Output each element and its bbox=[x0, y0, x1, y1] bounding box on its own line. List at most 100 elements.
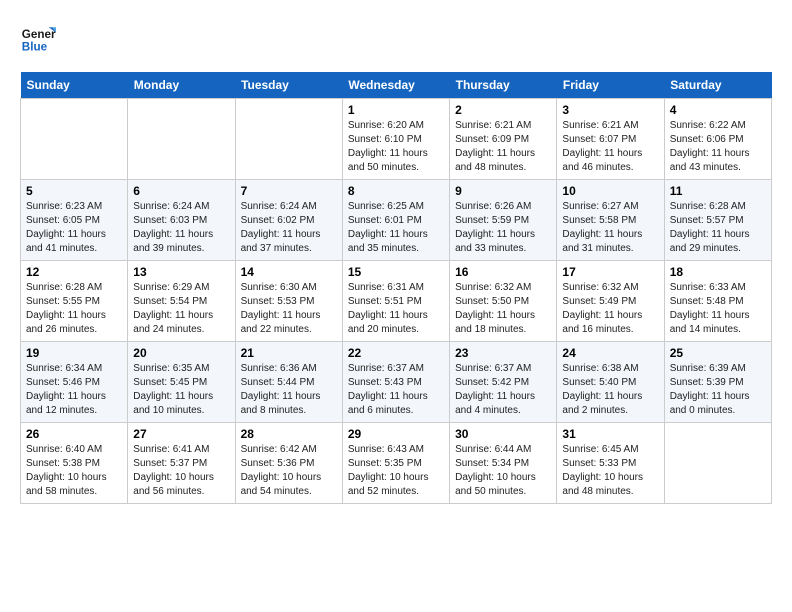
calendar-header-row: SundayMondayTuesdayWednesdayThursdayFrid… bbox=[21, 72, 772, 99]
calendar-cell: 30Sunrise: 6:44 AM Sunset: 5:34 PM Dayli… bbox=[450, 423, 557, 504]
calendar-cell: 9 Sunrise: 6:26 AM Sunset: 5:59 PM Daylig… bbox=[450, 180, 557, 261]
column-header-tuesday: Tuesday bbox=[235, 72, 342, 99]
day-number: 31 bbox=[562, 427, 658, 441]
day-info: Sunrise: 6:27 AM Sunset: 5:58 PM Dayligh… bbox=[562, 200, 658, 256]
day-info: Sunrise: 6:40 AM Sunset: 5:38 PM Dayligh… bbox=[26, 443, 122, 499]
calendar-cell: 13 Sunrise: 6:29 AM Sunset: 5:54 PM Dayli… bbox=[128, 261, 235, 342]
day-info: Sunrise: 6:39 AM Sunset: 5:39 PM Dayligh… bbox=[670, 362, 766, 418]
calendar-cell: 23 Sunrise: 6:37 AM Sunset: 5:42 PM Dayli… bbox=[450, 342, 557, 423]
day-number: 11 bbox=[670, 184, 766, 198]
calendar-cell bbox=[664, 423, 771, 504]
calendar-cell: 31 Sunrise: 6:45 AM Sunset: 5:33 PM Dayli… bbox=[557, 423, 664, 504]
day-number: 29 bbox=[348, 427, 444, 441]
day-number: 24 bbox=[562, 346, 658, 360]
day-number: 16 bbox=[455, 265, 551, 279]
svg-text:Blue: Blue bbox=[22, 41, 48, 54]
day-info: Sunrise: 6:31 AM Sunset: 5:51 PM Dayligh… bbox=[348, 281, 444, 337]
day-info: Sunrise: 6:38 AM Sunset: 5:40 PM Dayligh… bbox=[562, 362, 658, 418]
calendar-cell: 12 Sunrise: 6:28 AM Sunset: 5:55 PM Dayli… bbox=[21, 261, 128, 342]
calendar-cell bbox=[21, 99, 128, 180]
calendar-cell: 18 Sunrise: 6:33 AM Sunset: 5:48 PM Dayli… bbox=[664, 261, 771, 342]
day-info: Sunrise: 6:22 AM Sunset: 6:06 PM Dayligh… bbox=[670, 119, 766, 175]
column-header-sunday: Sunday bbox=[21, 72, 128, 99]
calendar-week-row: 1 Sunrise: 6:20 AM Sunset: 6:10 PM Daylig… bbox=[21, 99, 772, 180]
day-info: Sunrise: 6:28 AM Sunset: 5:55 PM Dayligh… bbox=[26, 281, 122, 337]
day-info: Sunrise: 6:29 AM Sunset: 5:54 PM Dayligh… bbox=[133, 281, 229, 337]
day-number: 2 bbox=[455, 103, 551, 117]
calendar-cell: 10 Sunrise: 6:27 AM Sunset: 5:58 PM Dayli… bbox=[557, 180, 664, 261]
day-number: 18 bbox=[670, 265, 766, 279]
calendar-week-row: 19 Sunrise: 6:34 AM Sunset: 5:46 PM Dayli… bbox=[21, 342, 772, 423]
day-info: Sunrise: 6:28 AM Sunset: 5:57 PM Dayligh… bbox=[670, 200, 766, 256]
day-info: Sunrise: 6:43 AM Sunset: 5:35 PM Dayligh… bbox=[348, 443, 444, 499]
day-number: 5 bbox=[26, 184, 122, 198]
day-number: 19 bbox=[26, 346, 122, 360]
calendar-cell: 1 Sunrise: 6:20 AM Sunset: 6:10 PM Daylig… bbox=[342, 99, 449, 180]
day-info: Sunrise: 6:41 AM Sunset: 5:37 PM Dayligh… bbox=[133, 443, 229, 499]
calendar-week-row: 26 Sunrise: 6:40 AM Sunset: 5:38 PM Dayli… bbox=[21, 423, 772, 504]
day-info: Sunrise: 6:37 AM Sunset: 5:43 PM Dayligh… bbox=[348, 362, 444, 418]
day-number: 10 bbox=[562, 184, 658, 198]
day-number: 14 bbox=[241, 265, 337, 279]
calendar-cell: 8Sunrise: 6:25 AM Sunset: 6:01 PM Daylig… bbox=[342, 180, 449, 261]
day-number: 13 bbox=[133, 265, 229, 279]
day-info: Sunrise: 6:35 AM Sunset: 5:45 PM Dayligh… bbox=[133, 362, 229, 418]
day-number: 1 bbox=[348, 103, 444, 117]
day-info: Sunrise: 6:37 AM Sunset: 5:42 PM Dayligh… bbox=[455, 362, 551, 418]
day-number: 20 bbox=[133, 346, 229, 360]
day-number: 26 bbox=[26, 427, 122, 441]
calendar-cell: 7Sunrise: 6:24 AM Sunset: 6:02 PM Daylig… bbox=[235, 180, 342, 261]
calendar-cell: 21 Sunrise: 6:36 AM Sunset: 5:44 PM Dayli… bbox=[235, 342, 342, 423]
day-info: Sunrise: 6:45 AM Sunset: 5:33 PM Dayligh… bbox=[562, 443, 658, 499]
day-number: 12 bbox=[26, 265, 122, 279]
day-info: Sunrise: 6:42 AM Sunset: 5:36 PM Dayligh… bbox=[241, 443, 337, 499]
day-number: 22 bbox=[348, 346, 444, 360]
day-number: 9 bbox=[455, 184, 551, 198]
day-info: Sunrise: 6:26 AM Sunset: 5:59 PM Dayligh… bbox=[455, 200, 551, 256]
calendar-week-row: 12 Sunrise: 6:28 AM Sunset: 5:55 PM Dayli… bbox=[21, 261, 772, 342]
day-number: 3 bbox=[562, 103, 658, 117]
day-number: 27 bbox=[133, 427, 229, 441]
calendar-table: SundayMondayTuesdayWednesdayThursdayFrid… bbox=[20, 72, 772, 504]
day-info: Sunrise: 6:34 AM Sunset: 5:46 PM Dayligh… bbox=[26, 362, 122, 418]
column-header-thursday: Thursday bbox=[450, 72, 557, 99]
calendar-cell: 14 Sunrise: 6:30 AM Sunset: 5:53 PM Dayli… bbox=[235, 261, 342, 342]
calendar-cell: 5 Sunrise: 6:23 AM Sunset: 6:05 PM Daylig… bbox=[21, 180, 128, 261]
day-info: Sunrise: 6:24 AM Sunset: 6:03 PM Dayligh… bbox=[133, 200, 229, 256]
calendar-cell: 17Sunrise: 6:32 AM Sunset: 5:49 PM Dayli… bbox=[557, 261, 664, 342]
day-info: Sunrise: 6:30 AM Sunset: 5:53 PM Dayligh… bbox=[241, 281, 337, 337]
day-number: 4 bbox=[670, 103, 766, 117]
column-header-saturday: Saturday bbox=[664, 72, 771, 99]
calendar-cell bbox=[128, 99, 235, 180]
column-header-wednesday: Wednesday bbox=[342, 72, 449, 99]
logo-icon: General Blue bbox=[20, 20, 56, 56]
day-number: 15 bbox=[348, 265, 444, 279]
day-info: Sunrise: 6:23 AM Sunset: 6:05 PM Dayligh… bbox=[26, 200, 122, 256]
day-info: Sunrise: 6:33 AM Sunset: 5:48 PM Dayligh… bbox=[670, 281, 766, 337]
day-number: 30 bbox=[455, 427, 551, 441]
day-info: Sunrise: 6:36 AM Sunset: 5:44 PM Dayligh… bbox=[241, 362, 337, 418]
day-number: 6 bbox=[133, 184, 229, 198]
calendar-cell: 3 Sunrise: 6:21 AM Sunset: 6:07 PM Daylig… bbox=[557, 99, 664, 180]
logo: General Blue bbox=[20, 20, 56, 56]
day-number: 21 bbox=[241, 346, 337, 360]
day-info: Sunrise: 6:21 AM Sunset: 6:09 PM Dayligh… bbox=[455, 119, 551, 175]
calendar-cell: 24 Sunrise: 6:38 AM Sunset: 5:40 PM Dayli… bbox=[557, 342, 664, 423]
calendar-cell: 29 Sunrise: 6:43 AM Sunset: 5:35 PM Dayli… bbox=[342, 423, 449, 504]
calendar-cell bbox=[235, 99, 342, 180]
day-info: Sunrise: 6:32 AM Sunset: 5:49 PM Dayligh… bbox=[562, 281, 658, 337]
calendar-cell: 4 Sunrise: 6:22 AM Sunset: 6:06 PM Daylig… bbox=[664, 99, 771, 180]
day-info: Sunrise: 6:20 AM Sunset: 6:10 PM Dayligh… bbox=[348, 119, 444, 175]
calendar-cell: 6 Sunrise: 6:24 AM Sunset: 6:03 PM Daylig… bbox=[128, 180, 235, 261]
calendar-cell: 15 Sunrise: 6:31 AM Sunset: 5:51 PM Dayli… bbox=[342, 261, 449, 342]
page-header: General Blue bbox=[20, 20, 772, 56]
day-info: Sunrise: 6:21 AM Sunset: 6:07 PM Dayligh… bbox=[562, 119, 658, 175]
column-header-monday: Monday bbox=[128, 72, 235, 99]
calendar-cell: 27 Sunrise: 6:41 AM Sunset: 5:37 PM Dayli… bbox=[128, 423, 235, 504]
calendar-cell: 28Sunrise: 6:42 AM Sunset: 5:36 PM Dayli… bbox=[235, 423, 342, 504]
day-info: Sunrise: 6:25 AM Sunset: 6:01 PM Dayligh… bbox=[348, 200, 444, 256]
calendar-cell: 22 Sunrise: 6:37 AM Sunset: 5:43 PM Dayli… bbox=[342, 342, 449, 423]
column-header-friday: Friday bbox=[557, 72, 664, 99]
day-info: Sunrise: 6:24 AM Sunset: 6:02 PM Dayligh… bbox=[241, 200, 337, 256]
day-number: 23 bbox=[455, 346, 551, 360]
